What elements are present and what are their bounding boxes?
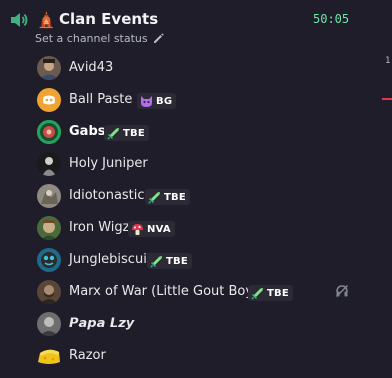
demon-icon <box>141 95 152 107</box>
sword-icon <box>150 255 162 268</box>
member-name: Ball Paste <box>69 92 133 107</box>
avatar <box>37 344 61 368</box>
member-papa-lzy[interactable]: 𝙋𝙖𝙥𝙖 𝙇𝙯𝙮 <box>33 308 363 340</box>
temple-emoji-icon: 🛕 <box>37 11 56 29</box>
member-name: Holy Juniper <box>69 156 148 171</box>
member-name: Iron Wigz <box>69 220 130 235</box>
set-channel-status[interactable]: Set a channel status <box>35 31 164 45</box>
member-tag: TBE <box>145 189 190 205</box>
member-tag: TBE <box>104 125 149 141</box>
call-timer: 50:05 <box>313 12 350 26</box>
member-name: Marx of War (Little Gout Boy) <box>69 284 259 299</box>
channel-status-placeholder[interactable]: Set a channel status <box>35 32 148 45</box>
sword-icon <box>107 127 119 140</box>
edge-indicator <box>382 98 392 100</box>
avatar <box>37 56 61 80</box>
speaker-icon <box>11 13 28 27</box>
channel-name[interactable]: Clan Events <box>59 9 158 29</box>
member-tag: TBE <box>147 253 192 269</box>
pencil-icon[interactable] <box>153 32 164 44</box>
member-name: Idiotonastic <box>69 188 145 203</box>
member-name: Gabs <box>69 124 106 139</box>
member-tag: TBE <box>248 285 293 301</box>
voice-channel-panel: 🛕 Clan Events 50:05 Set a channel status… <box>0 0 392 378</box>
avatar <box>37 184 61 208</box>
member-tag: BG <box>137 93 177 109</box>
member-iron-wigz[interactable]: Iron Wigz NVA <box>33 212 363 244</box>
avatar <box>37 152 61 176</box>
avatar <box>37 312 61 336</box>
member-name: Junglebiscuit <box>69 252 152 267</box>
member-junglebiscuit[interactable]: Junglebiscuit TBE <box>33 244 363 276</box>
mushroom-icon <box>132 223 143 235</box>
member-razor[interactable]: Razor <box>33 340 363 372</box>
channel-header[interactable]: 🛕 Clan Events 50:05 Set a channel status <box>0 0 392 52</box>
avatar <box>37 216 61 240</box>
avatar <box>37 120 61 144</box>
edge-number: 1 <box>385 56 391 66</box>
member-ball-paste[interactable]: Ball Paste BG <box>33 84 363 116</box>
sword-icon <box>251 287 263 300</box>
member-name: 𝙋𝙖𝙥𝙖 𝙇𝙯𝙮 <box>69 316 135 331</box>
avatar <box>37 88 61 112</box>
avatar <box>37 248 61 272</box>
sword-icon <box>148 191 160 204</box>
member-tag: NVA <box>128 221 175 237</box>
member-marx-of-war[interactable]: Marx of War (Little Gout Boy) TBE <box>33 276 363 308</box>
headphones-deafened-icon <box>335 284 349 298</box>
member-idiotonastic[interactable]: Idiotonastic TBE <box>33 180 363 212</box>
member-avid43[interactable]: Avid43 <box>33 52 363 84</box>
member-name: Razor <box>69 348 106 363</box>
member-holy-juniper[interactable]: Holy Juniper <box>33 148 363 180</box>
avatar <box>37 280 61 304</box>
member-name: Avid43 <box>69 60 114 75</box>
member-gabs[interactable]: Gabs TBE <box>33 116 363 148</box>
